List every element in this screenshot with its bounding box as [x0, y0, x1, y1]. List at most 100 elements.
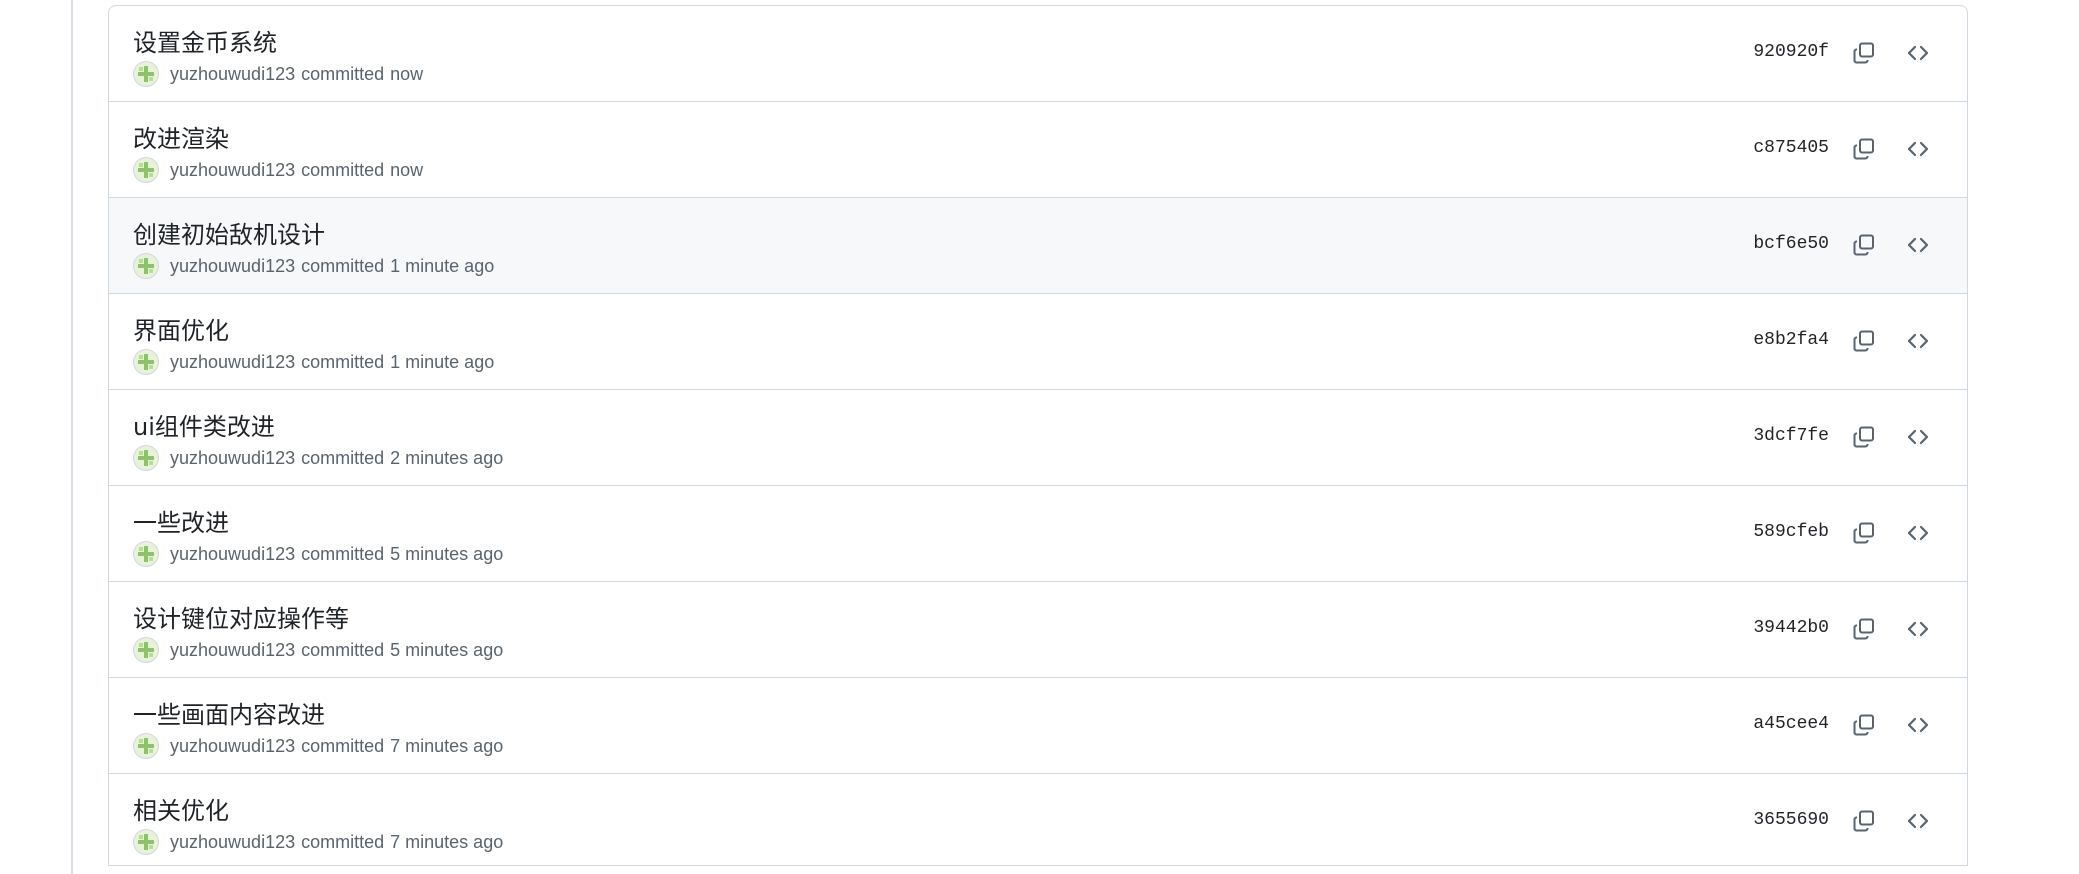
commit-sha-link[interactable]: 589cfeb	[1753, 522, 1829, 542]
copy-icon	[1853, 138, 1874, 160]
commit-meta: yuzhouwudi123 committed 1 minute ago	[133, 349, 494, 375]
browse-repo-button[interactable]	[1901, 804, 1935, 838]
copy-sha-button[interactable]	[1847, 228, 1881, 262]
avatar-icon[interactable]	[133, 829, 159, 855]
commit-message-link[interactable]: 相关优化	[133, 791, 229, 826]
avatar-icon[interactable]	[133, 733, 159, 759]
commit-sha-link[interactable]: 3655690	[1753, 810, 1829, 830]
browse-repo-button[interactable]	[1901, 516, 1935, 550]
code-brackets-icon	[1907, 141, 1929, 157]
author-link[interactable]: yuzhouwudi123	[170, 256, 295, 277]
commit-message-link[interactable]: 设置金币系统	[133, 23, 277, 58]
commit-row: 一些画面内容改进 yuzhouwudi123 committed 7 minut…	[109, 678, 1967, 774]
commit-action-text: committed	[301, 447, 385, 468]
author-link[interactable]: yuzhouwudi123	[170, 640, 295, 661]
browse-repo-button[interactable]	[1901, 228, 1935, 262]
commit-sha-link[interactable]: c875405	[1753, 138, 1829, 158]
code-brackets-icon	[1907, 813, 1929, 829]
commit-row: 创建初始敌机设计 yuzhouwudi123 committed 1 minut…	[109, 198, 1967, 294]
commit-action-text: committed	[301, 63, 385, 84]
commit-time: 5 minutes ago	[390, 639, 504, 660]
copy-sha-button[interactable]	[1847, 36, 1881, 70]
author-link[interactable]: yuzhouwudi123	[170, 832, 295, 853]
avatar-icon[interactable]	[133, 637, 159, 663]
commit-message-link[interactable]: 一些改进	[133, 503, 229, 538]
commit-message-link[interactable]: 改进渲染	[133, 119, 229, 154]
author-link[interactable]: yuzhouwudi123	[170, 352, 295, 373]
copy-icon	[1853, 234, 1874, 256]
copy-sha-button[interactable]	[1847, 324, 1881, 358]
commit-sha-link[interactable]: 920920f	[1753, 42, 1829, 62]
copy-sha-button[interactable]	[1847, 708, 1881, 742]
copy-icon	[1853, 426, 1874, 448]
browse-repo-button[interactable]	[1901, 324, 1935, 358]
browse-repo-button[interactable]	[1901, 612, 1935, 646]
timeline-rail	[71, 0, 73, 874]
avatar-icon[interactable]	[133, 349, 159, 375]
commit-row: 相关优化 yuzhouwudi123 committed 7 minutes a…	[109, 774, 1967, 866]
code-brackets-icon	[1907, 717, 1929, 733]
browse-repo-button[interactable]	[1901, 36, 1935, 70]
commit-action-text: committed	[301, 255, 385, 276]
commit-row: 设置金币系统 yuzhouwudi123 committed now 92092…	[109, 6, 1967, 102]
copy-sha-button[interactable]	[1847, 804, 1881, 838]
browse-repo-button[interactable]	[1901, 132, 1935, 166]
copy-sha-button[interactable]	[1847, 612, 1881, 646]
avatar-icon[interactable]	[133, 541, 159, 567]
commit-message-link[interactable]: ui组件类改进	[133, 407, 275, 442]
commit-sha-link[interactable]: a45cee4	[1753, 714, 1829, 734]
copy-icon	[1853, 330, 1874, 352]
copy-sha-button[interactable]	[1847, 132, 1881, 166]
author-link[interactable]: yuzhouwudi123	[170, 544, 295, 565]
commit-row: ui组件类改进 yuzhouwudi123 committed 2 minute…	[109, 390, 1967, 486]
commit-row: 设计键位对应操作等 yuzhouwudi123 committed 5 minu…	[109, 582, 1967, 678]
copy-icon	[1853, 810, 1874, 832]
commit-action-text: committed	[301, 639, 385, 660]
commit-sha-link[interactable]: 39442b0	[1753, 618, 1829, 638]
commit-sha-link[interactable]: 3dcf7fe	[1753, 426, 1829, 446]
code-brackets-icon	[1907, 621, 1929, 637]
commit-message-link[interactable]: 界面优化	[133, 311, 229, 346]
commit-sha-link[interactable]: e8b2fa4	[1753, 330, 1829, 350]
copy-icon	[1853, 42, 1874, 64]
commit-time: now	[390, 63, 424, 84]
copy-icon	[1853, 522, 1874, 544]
browse-repo-button[interactable]	[1901, 420, 1935, 454]
commit-meta: yuzhouwudi123 committed 7 minutes ago	[133, 829, 503, 855]
author-link[interactable]: yuzhouwudi123	[170, 64, 295, 85]
copy-sha-button[interactable]	[1847, 420, 1881, 454]
commit-sha-link[interactable]: bcf6e50	[1753, 234, 1829, 254]
commit-time: 2 minutes ago	[390, 447, 504, 468]
commit-row: 一些改进 yuzhouwudi123 committed 5 minutes a…	[109, 486, 1967, 582]
commit-meta: yuzhouwudi123 committed now	[133, 157, 423, 183]
avatar-icon[interactable]	[133, 61, 159, 87]
code-brackets-icon	[1907, 237, 1929, 253]
commit-meta: yuzhouwudi123 committed 1 minute ago	[133, 253, 494, 279]
author-link[interactable]: yuzhouwudi123	[170, 736, 295, 757]
commit-action-text: committed	[301, 159, 385, 180]
browse-repo-button[interactable]	[1901, 708, 1935, 742]
commit-action-text: committed	[301, 831, 385, 852]
commit-meta: yuzhouwudi123 committed 5 minutes ago	[133, 637, 503, 663]
commit-meta: yuzhouwudi123 committed now	[133, 61, 423, 87]
commit-message-link[interactable]: 创建初始敌机设计	[133, 215, 325, 250]
code-brackets-icon	[1907, 429, 1929, 445]
avatar-icon[interactable]	[133, 157, 159, 183]
commit-row: 改进渲染 yuzhouwudi123 committed now c875405	[109, 102, 1967, 198]
commit-time: now	[390, 159, 424, 180]
commit-time: 7 minutes ago	[390, 735, 504, 756]
avatar-icon[interactable]	[133, 253, 159, 279]
copy-sha-button[interactable]	[1847, 516, 1881, 550]
commits-page: 设置金币系统 yuzhouwudi123 committed now 92092…	[0, 0, 2079, 874]
avatar-icon[interactable]	[133, 445, 159, 471]
code-brackets-icon	[1907, 333, 1929, 349]
commit-meta: yuzhouwudi123 committed 7 minutes ago	[133, 733, 503, 759]
commit-time: 7 minutes ago	[390, 831, 504, 852]
commit-message-link[interactable]: 一些画面内容改进	[133, 695, 325, 730]
author-link[interactable]: yuzhouwudi123	[170, 160, 295, 181]
commit-meta: yuzhouwudi123 committed 5 minutes ago	[133, 541, 503, 567]
commit-message-link[interactable]: 设计键位对应操作等	[133, 599, 349, 634]
code-brackets-icon	[1907, 525, 1929, 541]
copy-icon	[1853, 714, 1874, 736]
author-link[interactable]: yuzhouwudi123	[170, 448, 295, 469]
